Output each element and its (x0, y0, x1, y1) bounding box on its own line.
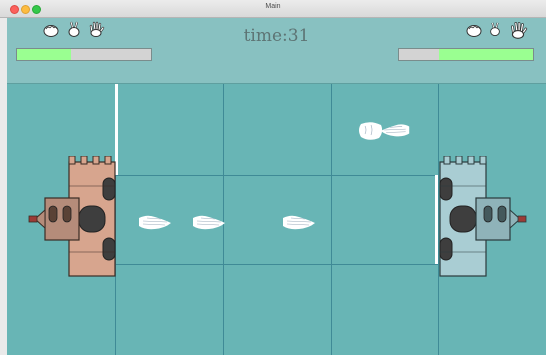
right-rock-icon[interactable] (465, 22, 483, 41)
right-health-bar (398, 48, 534, 61)
grid-line-v3 (331, 84, 332, 355)
right-paper-icon[interactable] (508, 20, 528, 43)
left-health-bar (16, 48, 152, 61)
window-titlebar: Main (0, 0, 546, 18)
window-title: Main (265, 3, 281, 10)
paper-hand-unit (191, 212, 227, 236)
window-left-edge (0, 18, 7, 355)
right-scissors-icon[interactable] (488, 21, 502, 40)
game-hud: time:31 (7, 18, 546, 84)
playfield (7, 84, 546, 355)
paper-hand-unit (281, 212, 317, 236)
left-health-fill (17, 49, 71, 60)
right-castle[interactable] (438, 155, 530, 286)
right-health-fill (439, 49, 533, 60)
paper-hand-unit (137, 212, 173, 236)
left-castle[interactable] (25, 155, 117, 286)
grid-line-h1 (115, 175, 439, 176)
grid-line-h2 (115, 264, 439, 265)
paper-hand-unit (379, 120, 411, 144)
